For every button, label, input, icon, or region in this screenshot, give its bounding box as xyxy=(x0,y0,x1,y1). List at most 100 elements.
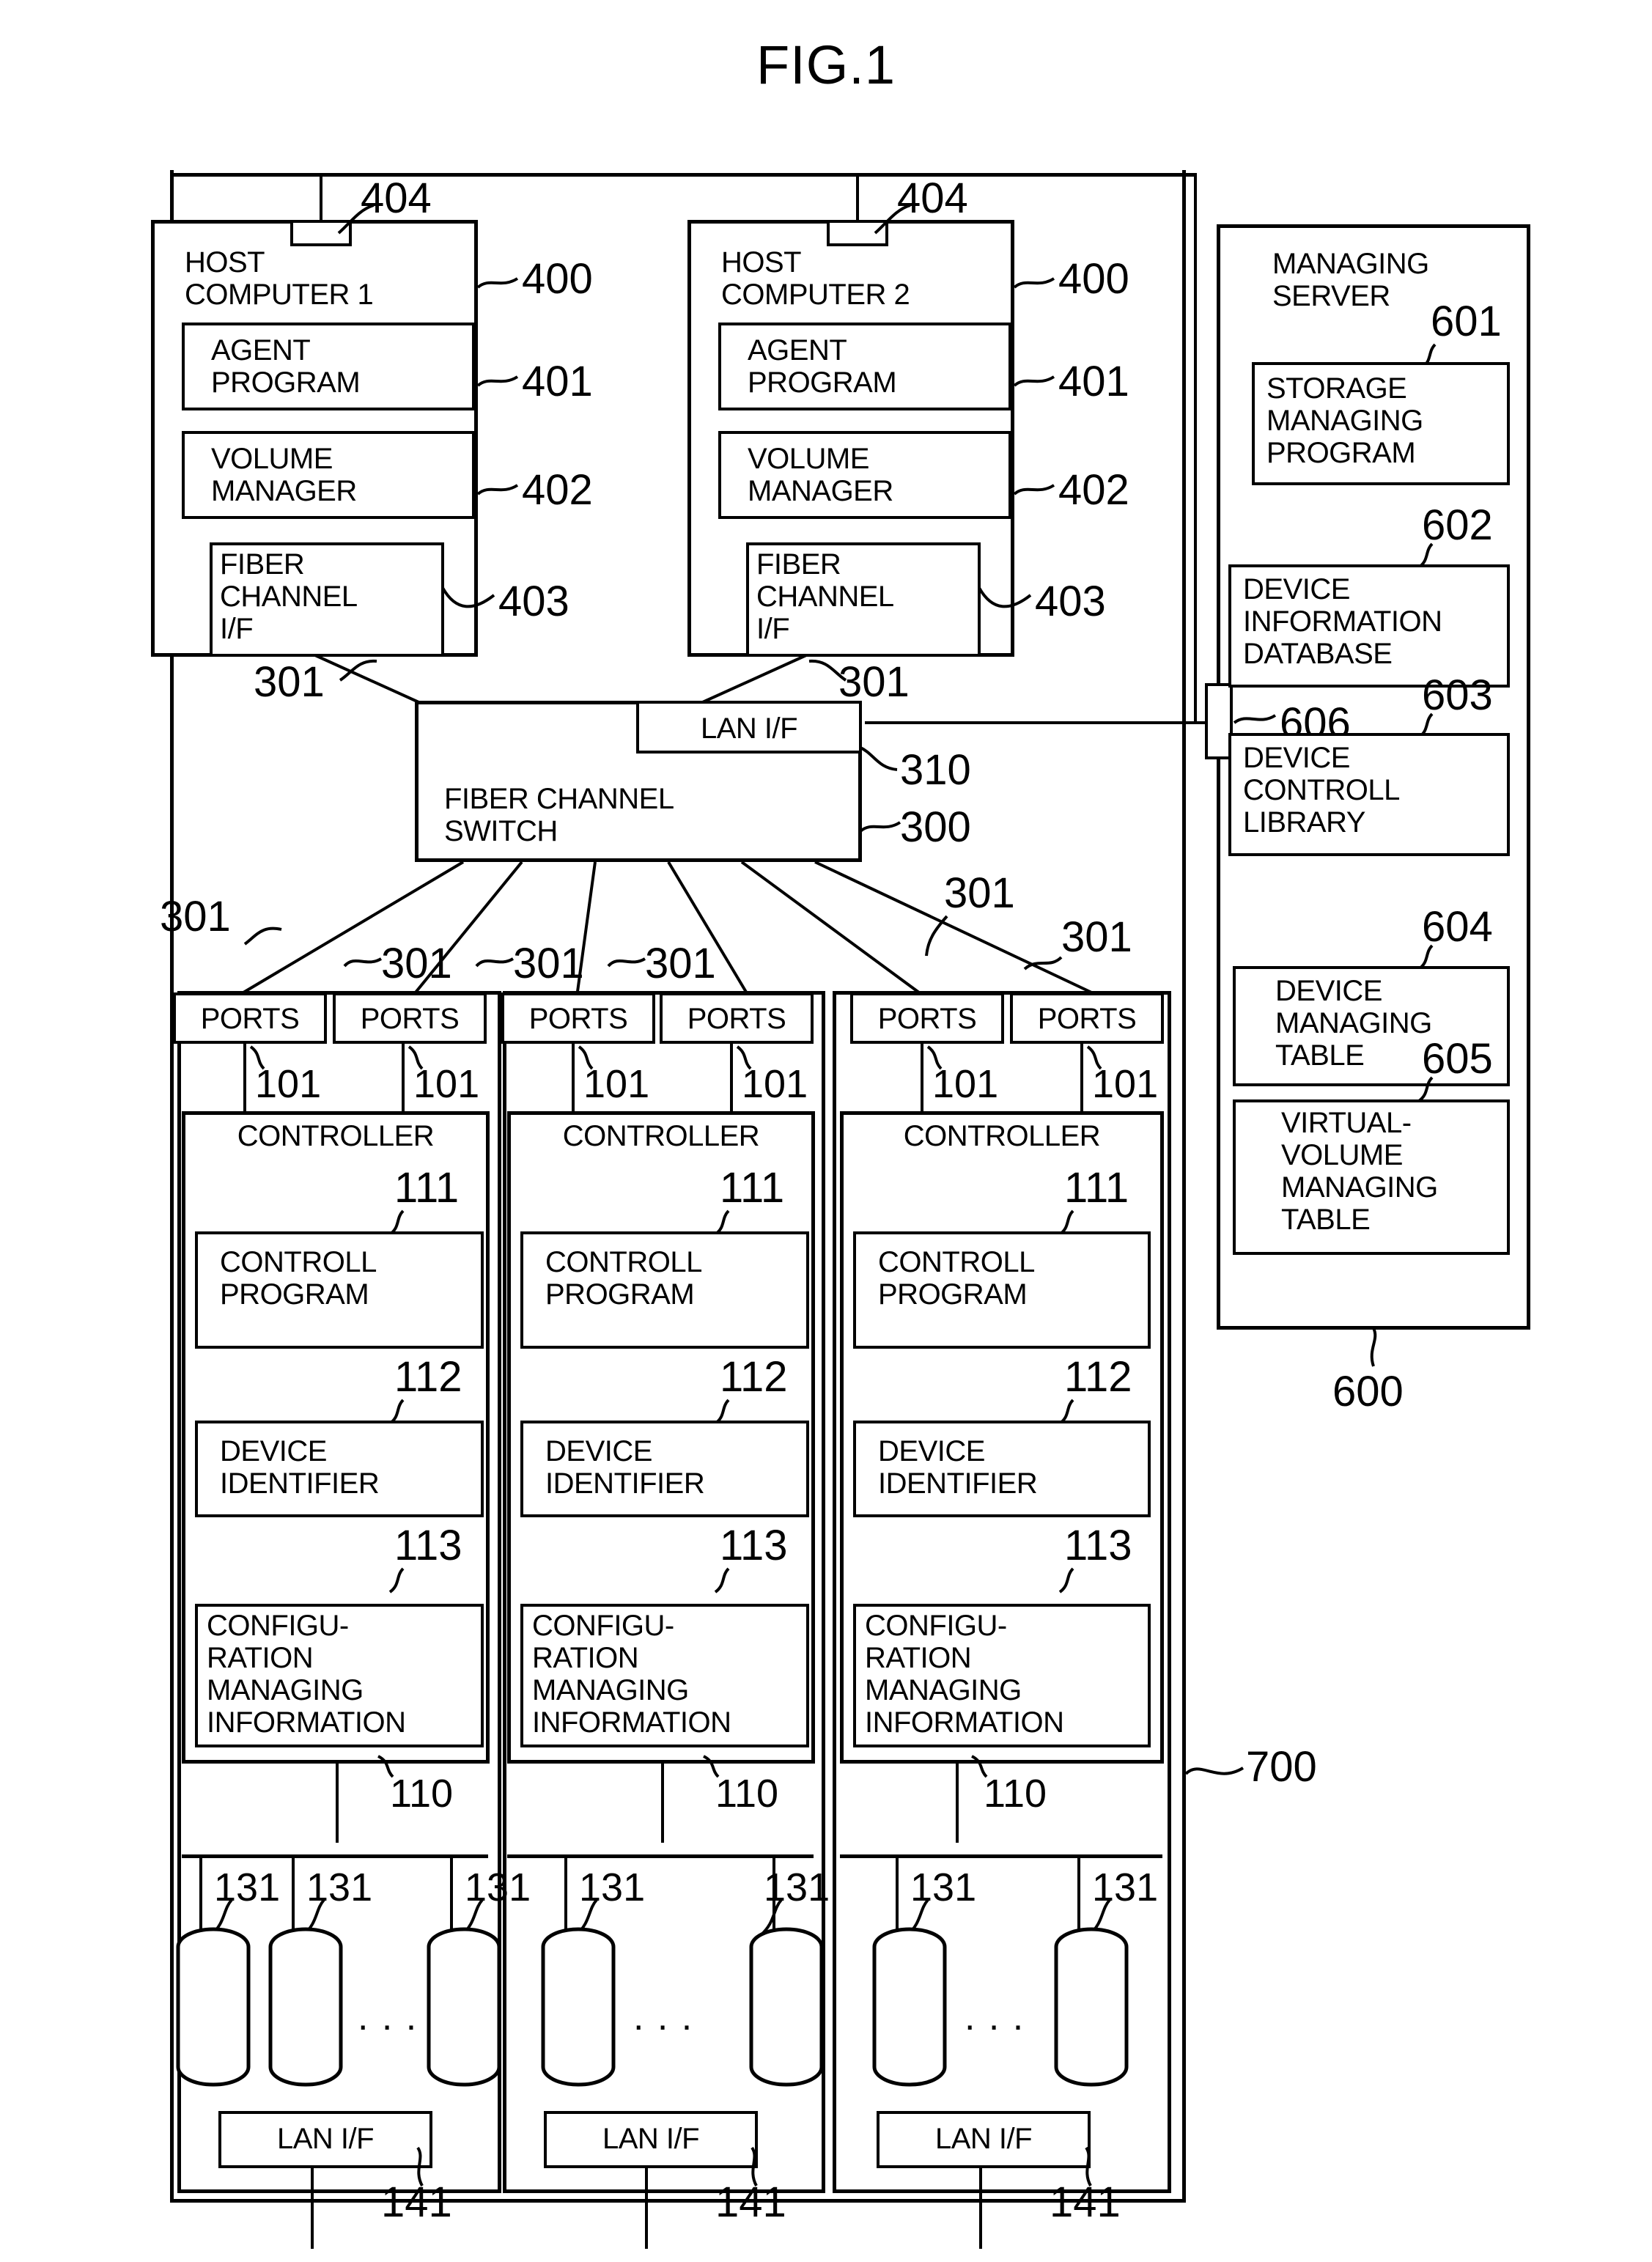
controller-label-2: CONTROLLER xyxy=(562,1120,760,1152)
host2-agent-program-label: AGENT PROGRAM xyxy=(748,334,897,399)
control-program-label-3: CONTROLL PROGRAM xyxy=(878,1246,1035,1311)
host1-fiber-channel-if-label: FIBER CHANNEL I/F xyxy=(220,548,358,645)
port-drop-5 xyxy=(921,1044,923,1114)
host1-ref-leader xyxy=(476,277,519,289)
subsystem3-lan-drop xyxy=(979,2168,982,2249)
switch-lan-if-label: LAN I/F xyxy=(700,712,798,745)
host1-name: HOST COMPUTER 1 xyxy=(185,246,374,311)
disk-cylinder-2b xyxy=(749,1927,824,2087)
fc-link-ref-a: 301 xyxy=(160,893,231,940)
host2-ref-leader xyxy=(1013,277,1055,289)
control-program-label-2: CONTROLL PROGRAM xyxy=(545,1246,702,1311)
figure-title: FIG.1 xyxy=(756,34,896,95)
port-ref-3: 101 xyxy=(583,1062,650,1106)
disk-cylinder-3a xyxy=(872,1927,947,2087)
device-identifier-ref-1: 112 xyxy=(394,1353,462,1401)
fc-301c-leader xyxy=(475,957,515,968)
disk-ref-2a: 131 xyxy=(579,1865,646,1909)
config-info-label-2: CONFIGU- RATION MANAGING INFORMATION xyxy=(532,1610,731,1739)
ms-virtual-volume-table-ref: 605 xyxy=(1422,1035,1493,1083)
host1-ref: 400 xyxy=(522,255,593,303)
host2-agent-ref-leader xyxy=(1013,375,1055,387)
ports-label-5: PORTS xyxy=(877,1003,977,1035)
disk-cylinder-2a xyxy=(541,1927,616,2087)
control-program-label-1: CONTROLL PROGRAM xyxy=(220,1246,377,1311)
disk-cylinder-1c xyxy=(427,1927,501,2087)
host2-agent-program-ref: 401 xyxy=(1058,358,1129,405)
port-drop-4 xyxy=(730,1044,733,1114)
controller-label-1: CONTROLLER xyxy=(237,1120,435,1152)
ports-label-4: PORTS xyxy=(687,1003,786,1035)
controller-bus-drop-3 xyxy=(956,1762,959,1843)
host1-lan-if-404[interactable] xyxy=(290,220,352,246)
port-ref-5: 101 xyxy=(932,1062,999,1106)
ms-device-control-library-ref: 603 xyxy=(1422,671,1493,719)
fc-link-ref-f: 301 xyxy=(1061,913,1132,961)
host2-lan-if-404[interactable] xyxy=(827,220,888,246)
subsystem2-lan-if-ref: 141 xyxy=(715,2178,786,2226)
host1-fc-link-ref: 301 xyxy=(254,658,325,706)
disk-ref-2b: 131 xyxy=(764,1865,830,1909)
fc-301f-leader xyxy=(1023,956,1063,970)
host1-fc-link-leader xyxy=(339,659,377,682)
device-identifier-ref-3: 112 xyxy=(1064,1353,1132,1401)
host1-agent-program-ref: 401 xyxy=(522,358,593,405)
subsystem3-lan-if-label: LAN I/F xyxy=(934,2123,1033,2155)
host1-volume-manager-ref: 402 xyxy=(522,466,593,514)
disk-stem-1a xyxy=(199,1854,202,1935)
disk-ellipsis-2: . . . xyxy=(633,1996,694,2038)
disk-bus-3 xyxy=(840,1854,1162,1858)
port-ref-2: 101 xyxy=(413,1062,480,1106)
switch-label: FIBER CHANNEL SWITCH xyxy=(444,783,674,847)
controller-ref-1: 110 xyxy=(390,1772,454,1816)
ports-label-2: PORTS xyxy=(360,1003,460,1035)
lan-drop-host1 xyxy=(320,173,322,223)
ms-device-info-db-ref: 602 xyxy=(1422,501,1493,549)
host1-fc-if-ref: 403 xyxy=(498,578,569,625)
fc-301d-leader xyxy=(607,957,646,968)
controller-ref-2: 110 xyxy=(715,1772,779,1816)
disk-stem-2a xyxy=(564,1854,567,1935)
host1-vm-ref-leader xyxy=(476,484,519,495)
device-identifier-label-3: DEVICE IDENTIFIER xyxy=(878,1435,1038,1500)
host2-ref: 400 xyxy=(1058,255,1129,303)
disk-ref-3b: 131 xyxy=(1092,1865,1159,1909)
config-info-ref-3: 113 xyxy=(1064,1522,1132,1569)
ms-virtual-volume-table-label: VIRTUAL- VOLUME MANAGING TABLE xyxy=(1281,1107,1438,1236)
subsystem2-lan-drop xyxy=(645,2168,648,2249)
device-identifier-label-2: DEVICE IDENTIFIER xyxy=(545,1435,705,1500)
fc-link-ref-b: 301 xyxy=(381,940,452,987)
host1-agent-ref-leader xyxy=(476,375,519,387)
host2-name: HOST COMPUTER 2 xyxy=(721,246,910,311)
port-drop-2 xyxy=(402,1044,405,1114)
fc-link-ref-e: 301 xyxy=(944,869,1015,917)
disk-ref-3a: 131 xyxy=(910,1865,977,1909)
control-program-ref-3: 111 xyxy=(1064,1164,1129,1212)
switch-ref: 300 xyxy=(900,803,971,851)
device-identifier-ref-2: 112 xyxy=(720,1353,788,1401)
subsystem1-lan-if-label: LAN I/F xyxy=(276,2123,375,2155)
host2-fc-link-ref: 301 xyxy=(838,658,910,706)
disk-cylinder-1b xyxy=(268,1927,343,2087)
host2-fc-if-ref: 403 xyxy=(1035,578,1106,625)
switch-lan-if-ref: 310 xyxy=(900,746,971,794)
ports-label-6: PORTS xyxy=(1037,1003,1137,1035)
port-drop-6 xyxy=(1080,1044,1083,1114)
disk-stem-1c xyxy=(450,1854,453,1935)
disk-stem-3a xyxy=(896,1854,899,1935)
managing-server-ref: 600 xyxy=(1332,1368,1404,1415)
fc-301b-leader xyxy=(343,957,383,968)
port-ref-1: 101 xyxy=(255,1062,322,1106)
config-info-label-1: CONFIGU- RATION MANAGING INFORMATION xyxy=(207,1610,406,1739)
subsystem1-lan-if-ref: 141 xyxy=(381,2178,452,2226)
controller-bus-drop-2 xyxy=(661,1762,664,1843)
fc-301a-leader xyxy=(243,926,282,946)
device-identifier-label-1: DEVICE IDENTIFIER xyxy=(220,1435,380,1500)
disk-bus-2 xyxy=(507,1854,814,1858)
subsystem1-lan-drop xyxy=(311,2168,314,2249)
ms-storage-managing-program-ref: 601 xyxy=(1431,298,1502,345)
port-ref-4: 101 xyxy=(742,1062,808,1106)
ports-label-1: PORTS xyxy=(200,1003,300,1035)
disk-cylinder-3b xyxy=(1054,1927,1129,2087)
host1-volume-manager-label: VOLUME MANAGER xyxy=(211,443,357,507)
